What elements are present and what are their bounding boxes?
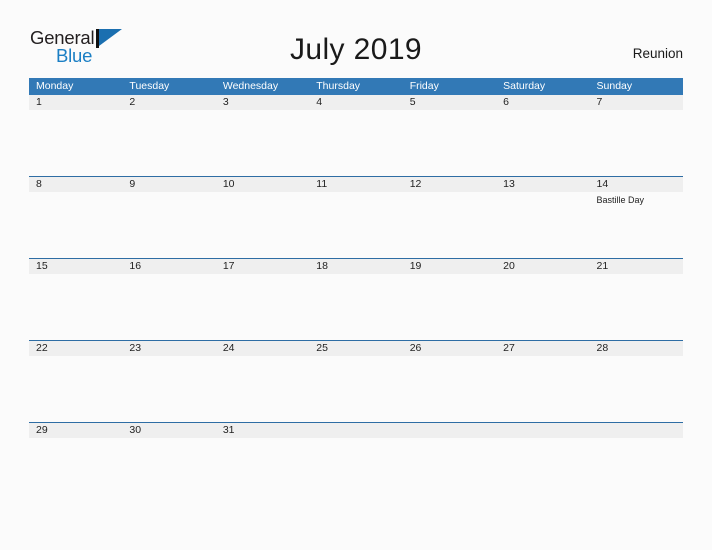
day-number: 27 [503,342,515,354]
day-cell[interactable]: 15 [29,259,122,340]
day-number: 7 [596,96,603,108]
day-number: 19 [409,260,422,272]
day-cell[interactable]: 9 [122,177,215,258]
week-cells: 15 16 17 18 19 20 21 [29,259,683,340]
day-number: 26 [409,342,422,354]
day-cell[interactable]: 21 [590,259,683,340]
day-number: 1 [36,96,42,108]
day-cell[interactable]: 6 [496,95,589,176]
day-number: 28 [596,342,609,354]
day-number: 17 [222,260,235,272]
day-cell[interactable]: 25 [309,341,402,422]
day-number: 23 [129,342,142,354]
day-number: 25 [316,342,328,354]
day-cell-empty[interactable] [496,423,589,504]
day-cell-empty[interactable] [590,423,683,504]
day-number: 16 [129,260,142,272]
page-title: July 2019 [289,33,423,66]
week-row: 29 30 31 [29,422,683,504]
day-cell[interactable]: 10 [216,177,309,258]
weekday-header-friday: Friday [409,80,439,92]
day-number: 5 [409,96,416,108]
day-number: 11 [316,178,328,190]
weekday-header-monday: Monday [36,80,74,92]
week-cells: 8 9 10 11 12 13 14 Bastille Day [29,177,683,258]
day-cell[interactable]: 19 [403,259,496,340]
day-number: 29 [36,424,48,436]
calendar-page: General Blue July 2019 Reunion Monday Tu… [0,0,712,550]
weekday-header-saturday: Saturday [503,80,546,92]
day-number [316,423,402,438]
day-cell[interactable]: 12 [403,177,496,258]
weekday-header-thursday: Thursday [316,80,361,92]
day-number: 8 [36,178,42,190]
day-cell[interactable]: 28 [590,341,683,422]
day-cell-bastille-day[interactable]: 14 Bastille Day [590,177,683,258]
week-row: 15 16 17 18 19 20 21 [29,258,683,340]
day-cell[interactable]: 26 [403,341,496,422]
day-cell-empty[interactable] [403,423,496,504]
day-number: 21 [596,260,609,272]
day-cell[interactable]: 27 [496,341,589,422]
weekday-header-wednesday: Wednesday [222,80,279,92]
week-cells: 22 23 24 25 26 27 28 [29,341,683,422]
day-cell[interactable]: 20 [496,259,589,340]
day-cell[interactable]: 22 [29,341,122,422]
day-cell-empty[interactable] [309,423,402,504]
page-header: General Blue July 2019 Reunion [0,0,712,78]
day-cell[interactable]: 3 [216,95,309,176]
day-cell[interactable]: 1 [29,95,122,176]
day-number: 22 [36,342,48,354]
day-cell[interactable]: 8 [29,177,122,258]
day-number: 2 [129,96,136,108]
day-cell[interactable]: 30 [122,423,215,504]
day-cell[interactable]: 24 [216,341,309,422]
day-cell[interactable]: 2 [122,95,215,176]
day-cell[interactable]: 23 [122,341,215,422]
week-row: 8 9 10 11 12 13 14 Bastille Day [29,176,683,258]
day-number: 4 [316,96,323,108]
day-number: 3 [222,96,229,108]
day-number: 6 [503,96,509,108]
day-number: 30 [129,424,142,436]
day-number: 9 [129,178,136,190]
region-label: Reunion [632,46,683,61]
week-cells: 1 2 3 4 5 6 7 [29,95,683,176]
day-number: 12 [409,178,422,190]
day-number [503,423,589,438]
day-cell[interactable]: 13 [496,177,589,258]
weekday-header-sunday: Sunday [596,80,633,92]
day-cell[interactable]: 7 [590,95,683,176]
weekday-header-row: Monday Tuesday Wednesday Thursday Friday… [29,78,683,95]
day-number: 14 [596,178,609,190]
calendar-grid: Monday Tuesday Wednesday Thursday Friday… [29,78,683,504]
day-number: 20 [503,260,515,272]
day-number: 31 [222,424,235,436]
day-number [597,423,683,438]
day-number: 10 [222,178,235,190]
day-cell[interactable]: 4 [309,95,402,176]
week-row: 1 2 3 4 5 6 7 [29,95,683,176]
day-cell[interactable]: 16 [122,259,215,340]
day-cell[interactable]: 5 [403,95,496,176]
day-number: 15 [36,260,48,272]
week-row: 22 23 24 25 26 27 28 [29,340,683,422]
weekday-header-tuesday: Tuesday [129,80,170,92]
day-number: 13 [503,178,515,190]
day-event: Bastille Day [596,195,645,205]
day-cell[interactable]: 18 [309,259,402,340]
day-number: 18 [316,260,328,272]
week-cells: 29 30 31 [29,423,683,504]
day-cell[interactable]: 29 [29,423,122,504]
day-number: 24 [222,342,235,354]
day-cell[interactable]: 11 [309,177,402,258]
day-cell[interactable]: 17 [216,259,309,340]
day-number [410,423,496,438]
day-cell[interactable]: 31 [216,423,309,504]
